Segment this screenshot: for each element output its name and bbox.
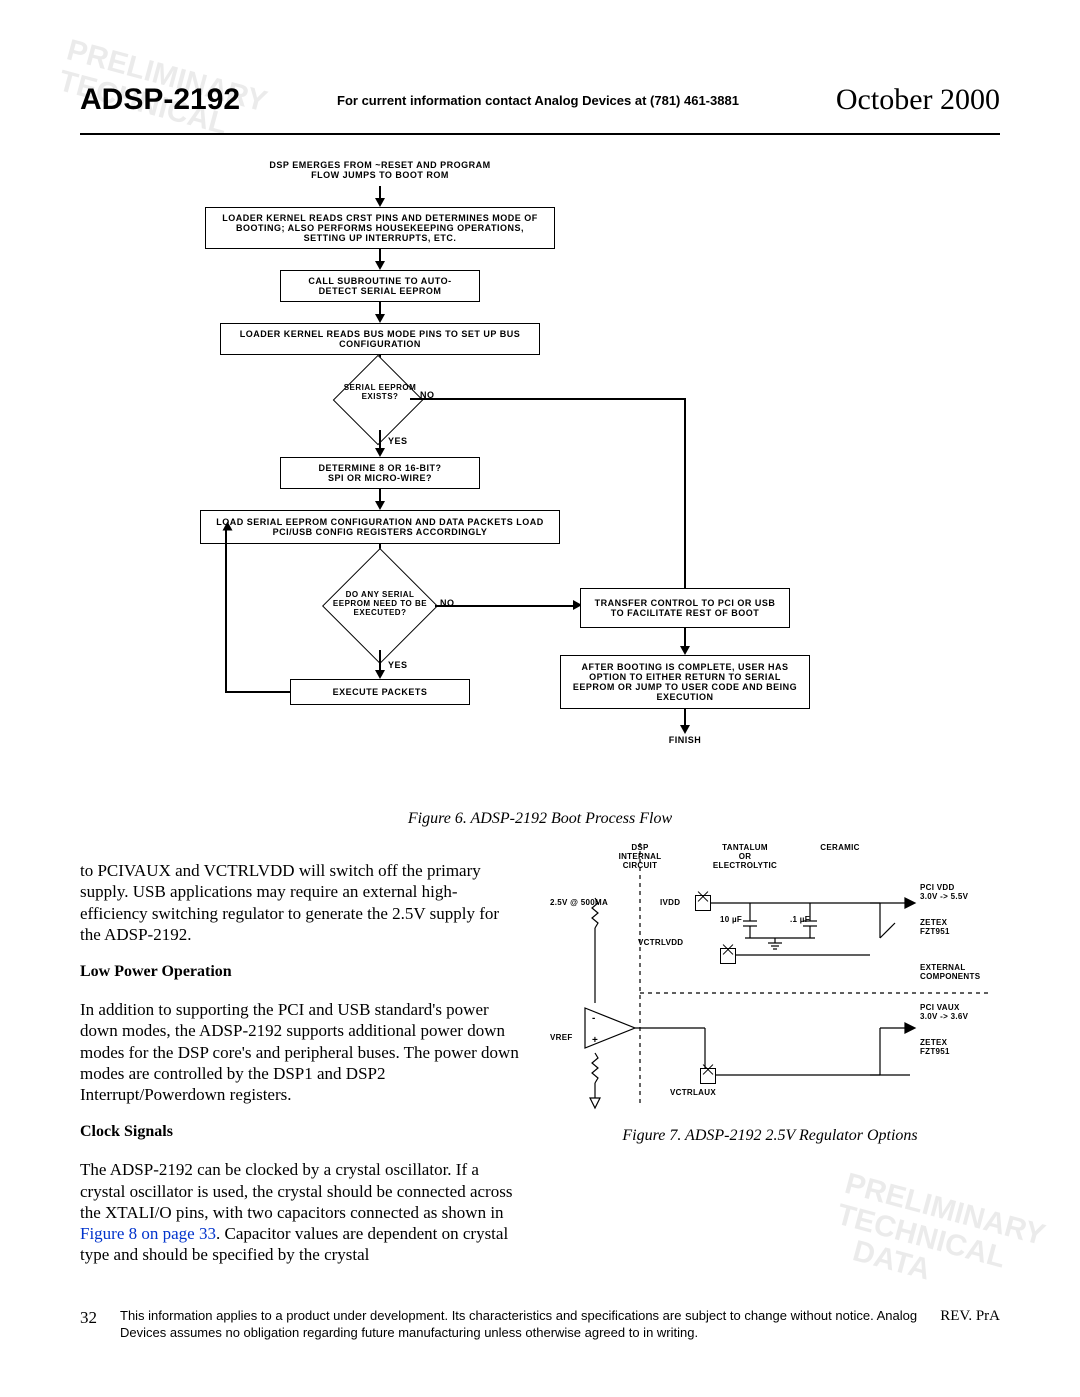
circuit-diagram: DSP INTERNAL CIRCUIT TANTALUM OR ELECTRO… xyxy=(550,843,990,1123)
svg-text:+: + xyxy=(592,1035,598,1046)
subhead-clock: Clock Signals xyxy=(80,1122,520,1142)
step6: LOAD SERIAL EEPROM CONFIGURATION AND DAT… xyxy=(200,510,560,544)
body-columns: to PCIVAUX and VCTRLVDD will switch off … xyxy=(80,843,1000,1283)
dec1-yes: YES xyxy=(388,436,408,446)
step3: CALL SUBROUTINE TO AUTO-DETECT SERIAL EE… xyxy=(280,270,480,302)
schematic-svg: - + xyxy=(550,843,990,1123)
step9: AFTER BOOTING IS COMPLETE, USER HAS OPTI… xyxy=(560,655,810,709)
para2: In addition to supporting the PCI and US… xyxy=(80,999,520,1105)
finish-label: FINISH xyxy=(660,735,710,745)
footer: 32 This information applies to a product… xyxy=(80,1308,1000,1342)
step7: EXECUTE PACKETS xyxy=(290,679,470,705)
flowchart: DSP EMERGES FROM ~RESET AND PROGRAM FLOW… xyxy=(90,160,990,800)
footer-rev: REV. PrA xyxy=(920,1308,1000,1325)
header-center: For current information contact Analog D… xyxy=(240,93,836,108)
svg-text:-: - xyxy=(592,1013,596,1024)
figure7-caption: Figure 7. ADSP-2192 2.5V Regulator Optio… xyxy=(550,1127,990,1145)
footer-text: This information applies to a product un… xyxy=(120,1308,920,1342)
para3a: The ADSP-2192 can be clocked by a crysta… xyxy=(80,1160,512,1222)
left-column: to PCIVAUX and VCTRLVDD will switch off … xyxy=(80,843,520,1283)
header-left: ADSP-2192 xyxy=(80,83,240,117)
subhead-lowpower: Low Power Operation xyxy=(80,962,520,982)
dec2-label: DO ANY SERIAL EEPROM NEED TO BE EXECUTED… xyxy=(330,590,430,617)
step8: TRANSFER CONTROL TO PCI OR USB TO FACILI… xyxy=(580,588,790,628)
figure6-caption: Figure 6. ADSP-2192 Boot Process Flow xyxy=(80,810,1000,828)
header-right: October 2000 xyxy=(836,83,1000,117)
dec2-no: NO xyxy=(440,598,455,608)
page-number: 32 xyxy=(80,1308,120,1328)
step2: LOADER KERNEL READS CRST PINS AND DETERM… xyxy=(205,207,555,249)
figure8-link[interactable]: Figure 8 on page 33 xyxy=(80,1224,216,1243)
step4: LOADER KERNEL READS BUS MODE PINS TO SET… xyxy=(220,323,540,355)
para1: to PCIVAUX and VCTRLVDD will switch off … xyxy=(80,860,520,945)
right-column: DSP INTERNAL CIRCUIT TANTALUM OR ELECTRO… xyxy=(550,843,990,1283)
para3: The ADSP-2192 can be clocked by a crysta… xyxy=(80,1159,520,1265)
dec2-yes: YES xyxy=(388,660,408,670)
page: PRELIMINARY TECHNICAL PRELIMINARY TECHNI… xyxy=(0,0,1080,1397)
step5: DETERMINE 8 OR 16-BIT? SPI OR MICRO-WIRE… xyxy=(280,457,480,489)
page-header: ADSP-2192 For current information contac… xyxy=(80,75,1000,135)
step1: DSP EMERGES FROM ~RESET AND PROGRAM FLOW… xyxy=(260,160,500,180)
